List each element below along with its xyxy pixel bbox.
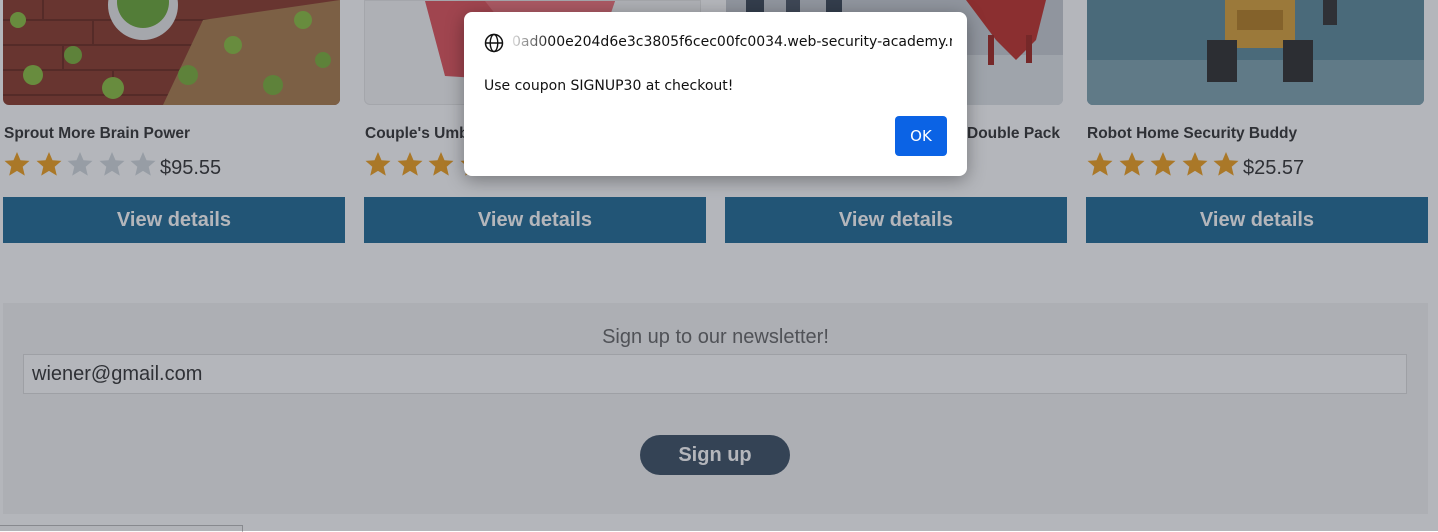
- dialog-message: Use coupon SIGNUP30 at checkout!: [484, 78, 734, 94]
- globe-icon: [484, 33, 504, 53]
- dialog-origin: 0ad000e204d6e3c3805f6cec00fc0034.web-sec…: [512, 34, 952, 50]
- ok-button[interactable]: OK: [895, 116, 947, 156]
- alert-dialog: 0ad000e204d6e3c3805f6cec00fc0034.web-sec…: [464, 12, 967, 176]
